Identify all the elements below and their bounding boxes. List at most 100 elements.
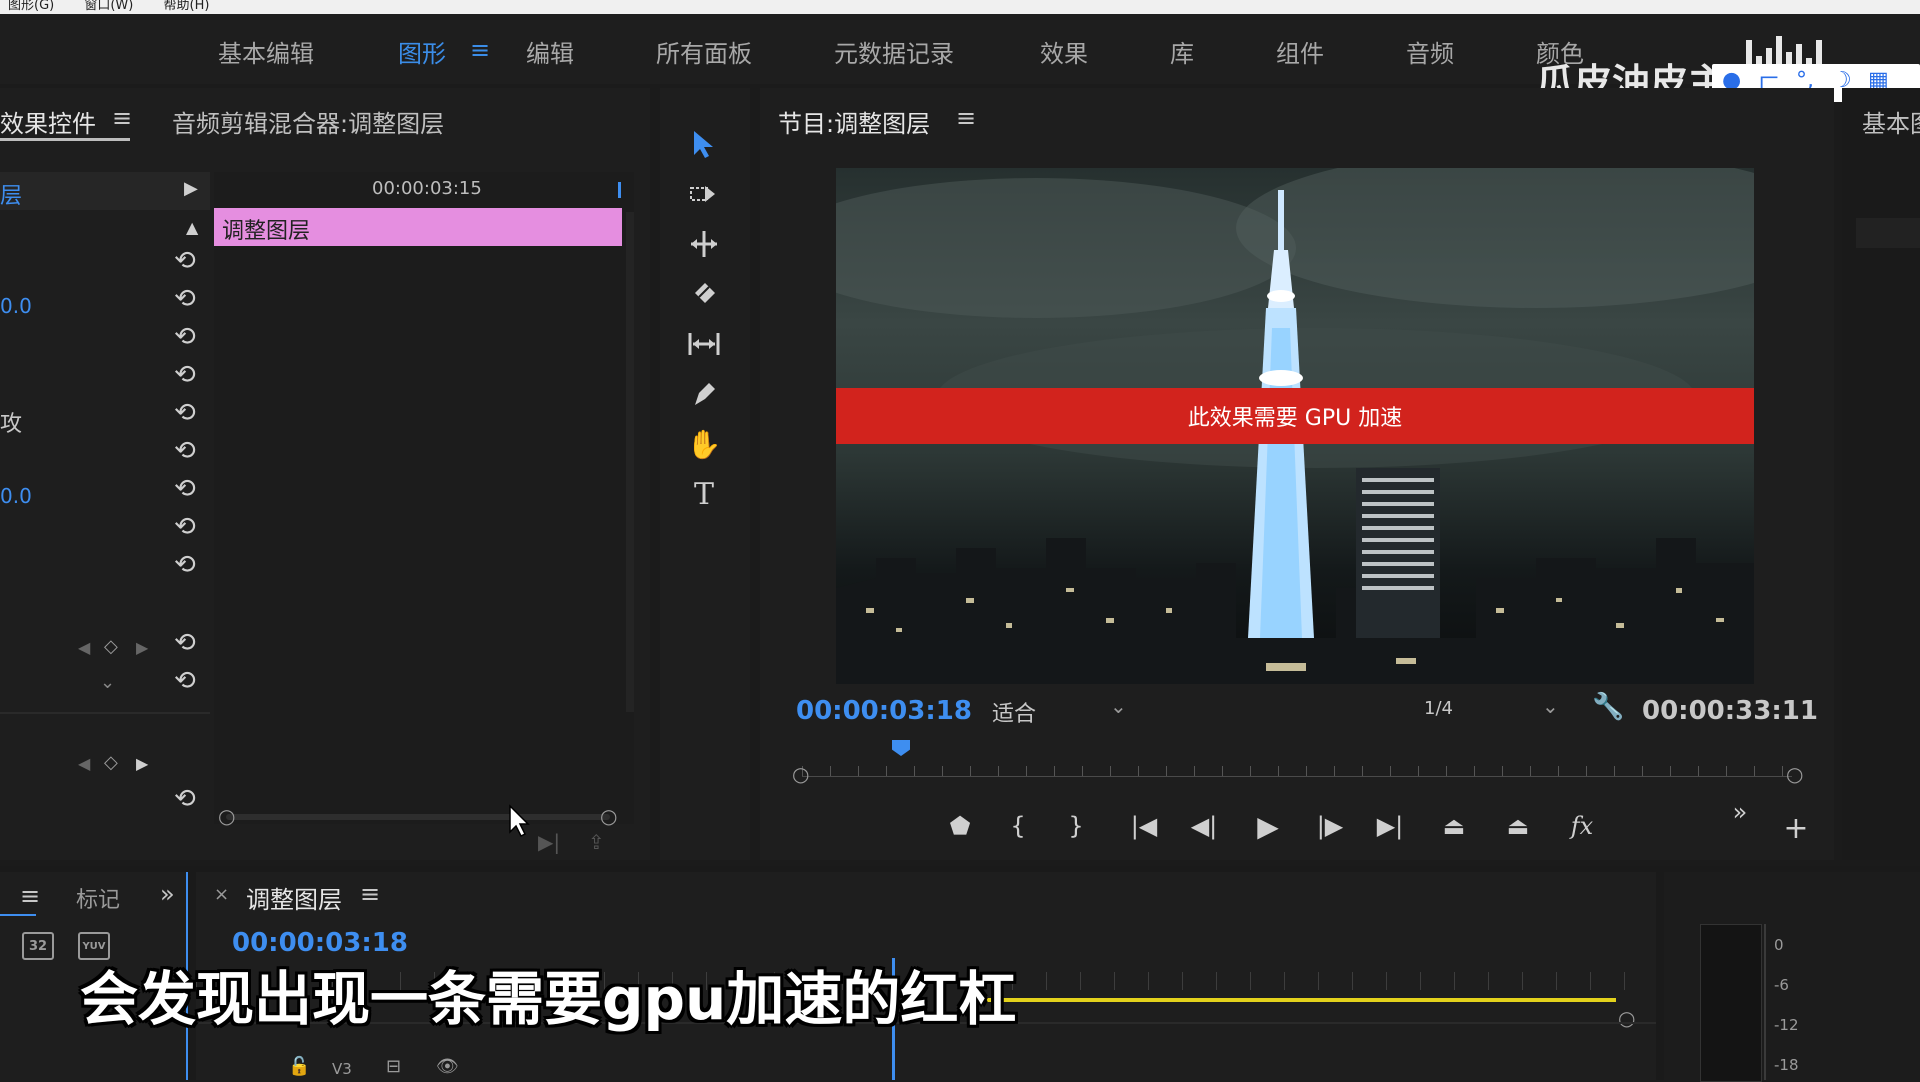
reset-icon[interactable]: ⟲ xyxy=(174,666,196,696)
wrench-settings-icon[interactable]: 🔧 xyxy=(1592,692,1624,722)
panel-menu-icon[interactable]: ≡ xyxy=(956,104,976,132)
clip-label: 调整图层 xyxy=(222,219,311,244)
work-area-bar[interactable] xyxy=(976,998,1616,1002)
program-playhead[interactable] xyxy=(892,740,910,756)
toggle-visibility-eye-icon[interactable]: 👁 xyxy=(436,1056,459,1077)
workspace-tab-assembly[interactable]: 组件 xyxy=(1276,34,1324,69)
workspace-tab-libraries[interactable]: 库 xyxy=(1170,34,1194,69)
out-handle[interactable]: ○ xyxy=(1786,762,1803,786)
resolution-dropdown-chevron-icon[interactable]: ⌄ xyxy=(1542,694,1559,718)
add-marker-icon[interactable]: ⬟ xyxy=(940,806,980,846)
chevron-down-icon[interactable]: ⌄ xyxy=(100,672,115,693)
menu-window[interactable]: 窗口(W) xyxy=(84,0,133,13)
top-menu-bar: 图形(G) 窗口(W) 帮助(H) xyxy=(0,0,1920,14)
essential-graphics-tab[interactable]: 基本图 xyxy=(1862,104,1920,139)
meter-scale xyxy=(1764,924,1766,1080)
lift-icon[interactable]: ⏏ xyxy=(1434,806,1474,846)
pen-tool-icon[interactable] xyxy=(684,374,724,414)
zoom-handle-right[interactable]: ○ xyxy=(1618,1006,1635,1030)
reset-icon[interactable]: ⟲ xyxy=(174,398,196,428)
workspace-tab-audio[interactable]: 音频 xyxy=(1406,34,1454,69)
fit-dropdown[interactable]: 适合 xyxy=(992,696,1036,728)
menu-graphics[interactable]: 图形(G) xyxy=(8,0,54,13)
workspace-tab-all-panels[interactable]: 所有面板 xyxy=(656,34,752,69)
frame-rate-icon[interactable]: 32 xyxy=(22,932,54,960)
audio-clip-mixer-tab[interactable]: 音频剪辑混合器:调整图层 xyxy=(172,104,444,139)
play-icon[interactable]: ▶ xyxy=(1248,806,1288,846)
program-monitor-panel: 节目:调整图层 ≡ 此效果需要 GPU 加速 00:00:03:18 适合 ⌄ … xyxy=(760,88,1834,860)
zoom-scrollbar[interactable] xyxy=(226,814,610,820)
vertical-scrollbar[interactable] xyxy=(626,212,634,712)
sync-lock-icon[interactable]: ⊟ xyxy=(386,1056,401,1077)
resolution-dropdown[interactable]: 1/4 xyxy=(1424,698,1453,719)
fx-icon[interactable]: fx xyxy=(1562,806,1602,846)
more-panels-icon[interactable]: » xyxy=(160,880,175,908)
property-value[interactable]: 0.0 xyxy=(0,484,32,508)
type-tool-icon[interactable]: T xyxy=(684,474,724,514)
slip-tool-icon[interactable] xyxy=(684,324,724,364)
reset-icon[interactable]: ⟲ xyxy=(174,322,196,352)
add-keyframe-icon[interactable]: ◇ xyxy=(104,752,118,773)
gpu-warning-banner: 此效果需要 GPU 加速 xyxy=(836,388,1754,444)
track-select-tool-icon[interactable] xyxy=(684,174,724,214)
step-forward-icon[interactable]: |▶ xyxy=(1310,806,1350,846)
step-back-icon[interactable]: ◀| xyxy=(1184,806,1224,846)
panel-menu-icon[interactable]: ≡ xyxy=(20,882,40,910)
prev-keyframe-icon[interactable]: ◀ xyxy=(78,754,90,773)
sequence-tab[interactable]: 调整图层 xyxy=(246,880,342,915)
mark-out-icon[interactable]: } xyxy=(1056,806,1096,846)
selection-tool-icon[interactable] xyxy=(684,124,724,164)
fit-dropdown-chevron-icon[interactable]: ⌄ xyxy=(1110,694,1127,718)
scrub-bar[interactable]: ○ ○ xyxy=(792,740,1803,786)
reset-icon[interactable]: ⟲ xyxy=(174,474,196,504)
zoom-handle-right[interactable]: ○ xyxy=(600,804,617,828)
effect-controls-tab[interactable]: 效果控件 xyxy=(0,104,96,139)
add-button-icon[interactable]: + xyxy=(1776,808,1816,848)
expand-right-icon[interactable]: ▶ xyxy=(184,178,198,199)
hand-tool-icon[interactable]: ✋ xyxy=(684,424,724,464)
reset-icon[interactable]: ⟲ xyxy=(174,360,196,390)
menu-help[interactable]: 帮助(H) xyxy=(164,0,210,13)
in-handle[interactable]: ○ xyxy=(792,762,809,786)
add-keyframe-icon[interactable]: ◇ xyxy=(104,636,118,657)
workspace-tab-graphics[interactable]: 图形 xyxy=(398,34,446,69)
workspace-menu-icon[interactable]: ≡ xyxy=(470,36,490,64)
workspace-tab-editing[interactable]: 编辑 xyxy=(526,34,574,69)
reset-icon[interactable]: ⟲ xyxy=(174,550,196,580)
reset-icon[interactable]: ⟲ xyxy=(174,246,196,276)
reset-icon[interactable]: ⟲ xyxy=(174,284,196,314)
mark-in-icon[interactable]: { xyxy=(998,806,1038,846)
current-timecode[interactable]: 00:00:03:18 xyxy=(796,696,972,726)
play-audio-icon[interactable]: ▶| xyxy=(538,830,560,854)
panel-menu-icon[interactable]: ≡ xyxy=(360,880,380,908)
markers-tab[interactable]: 标记 xyxy=(76,882,120,914)
property-value[interactable]: 0.0 xyxy=(0,294,32,318)
source-row: 层 ▶ xyxy=(0,172,210,210)
go-to-out-icon[interactable]: ▶| xyxy=(1370,806,1410,846)
zoom-handle-left[interactable]: ○ xyxy=(218,804,235,828)
reset-icon[interactable]: ⟲ xyxy=(174,784,196,814)
meter-bar xyxy=(1700,924,1762,1082)
reset-icon[interactable]: ⟲ xyxy=(174,512,196,542)
collapse-up-icon[interactable]: ▲ xyxy=(186,218,198,237)
ripple-edit-tool-icon[interactable] xyxy=(684,224,724,264)
workspace-tab-metadata[interactable]: 元数据记录 xyxy=(834,34,954,69)
clip-bar[interactable]: 调整图层 xyxy=(214,208,622,246)
go-to-in-icon[interactable]: |◀ xyxy=(1124,806,1164,846)
extract-icon[interactable]: ⏏ xyxy=(1498,806,1538,846)
next-keyframe-icon[interactable]: ▶ xyxy=(136,638,148,657)
close-tab-icon[interactable]: × xyxy=(214,884,229,905)
more-buttons-icon[interactable]: » xyxy=(1720,792,1760,832)
workspace-tab-effects[interactable]: 效果 xyxy=(1040,34,1088,69)
reset-icon[interactable]: ⟲ xyxy=(174,628,196,658)
panel-menu-icon[interactable]: ≡ xyxy=(112,104,132,132)
razor-tool-icon[interactable] xyxy=(684,274,724,314)
reset-icon[interactable]: ⟲ xyxy=(174,436,196,466)
program-monitor-title[interactable]: 节目:调整图层 xyxy=(778,104,930,139)
export-icon[interactable]: ⇪ xyxy=(588,830,605,854)
lock-track-icon[interactable]: 🔓 xyxy=(288,1056,310,1077)
workspace-tab-essentials[interactable]: 基本编辑 xyxy=(218,34,314,69)
playhead-marker[interactable] xyxy=(618,182,621,198)
next-keyframe-icon[interactable]: ▶ xyxy=(136,754,148,773)
prev-keyframe-icon[interactable]: ◀ xyxy=(78,638,90,657)
